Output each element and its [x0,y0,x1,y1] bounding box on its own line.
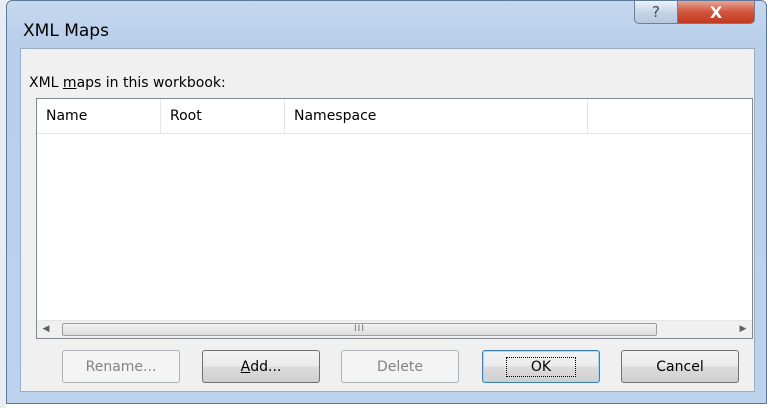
rename-button[interactable]: Rename... [62,350,180,383]
dialog-client-area: XML maps in this workbook: Name Root Nam… [20,48,755,392]
focus-indicator: OK [505,356,577,377]
dialog-title: XML Maps [23,21,109,41]
column-header-namespace[interactable]: Namespace [285,99,588,133]
close-button[interactable]: X [677,1,755,24]
scroll-right-icon[interactable]: ▶ [734,321,752,338]
help-button[interactable]: ? [634,1,678,24]
scroll-left-icon[interactable]: ◀ [37,321,55,338]
list-column-header: Name Root Namespace [37,99,752,134]
cancel-button[interactable]: Cancel [621,350,739,383]
delete-button[interactable]: Delete [341,350,459,383]
close-icon: X [709,2,723,22]
xml-maps-list-label: XML maps in this workbook: [29,75,226,91]
column-header-root[interactable]: Root [161,99,285,133]
horizontal-scrollbar[interactable]: ◀ III ▶ [37,320,752,338]
scroll-thumb[interactable]: III [62,323,657,336]
column-header-name[interactable]: Name [37,99,161,133]
help-icon: ? [652,3,660,21]
xml-maps-dialog: XML Maps ? X XML maps in this workbook: … [6,0,767,404]
grip-icon: III [354,324,365,334]
xml-maps-listview[interactable]: Name Root Namespace ◀ III ▶ [36,98,753,339]
ok-button[interactable]: OK [482,350,600,383]
add-button[interactable]: Add... [202,350,320,383]
